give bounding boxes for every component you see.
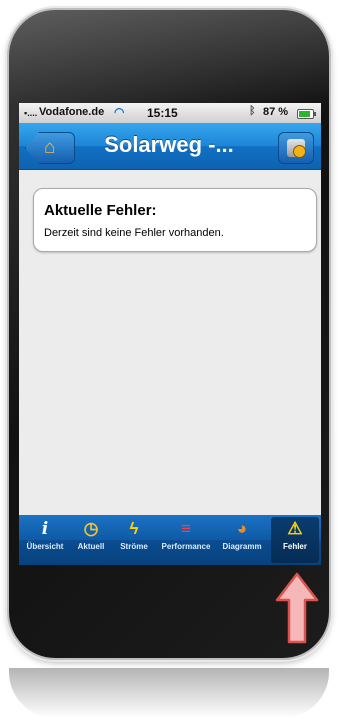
app-screen: ▪.... Vodafone.de ◠ 15:15 ᛒ 87 % ⌂ Solar… [19, 103, 321, 565]
up-arrow-icon [275, 572, 319, 644]
error-card: Aktuelle Fehler: Derzeit sind keine Fehl… [33, 188, 317, 252]
refresh-button[interactable] [278, 132, 314, 164]
tab-stroeme[interactable]: ϟ Ströme [113, 517, 155, 563]
warning-icon: ⚠ [287, 519, 303, 538]
bluetooth-icon: ᛒ [249, 105, 256, 117]
bars-icon: ≡ [181, 519, 191, 538]
tab-diagramm[interactable]: ◕ Diagramm [217, 517, 267, 563]
phone-reflection [9, 668, 329, 718]
battery-icon [297, 109, 316, 119]
wifi-icon: ◠ [114, 105, 125, 119]
battery-percent: 87 % [263, 106, 289, 118]
lightning-icon: ϟ [129, 519, 139, 538]
status-bar: ▪.... Vodafone.de ◠ 15:15 ᛒ 87 % [19, 103, 321, 123]
error-card-title: Aktuelle Fehler: [44, 202, 157, 219]
tab-performance[interactable]: ≡ Performance [157, 517, 215, 563]
pie-chart-icon: ◕ [236, 519, 248, 538]
home-icon: ⌂ [44, 137, 56, 158]
refresh-icon [287, 139, 306, 158]
clock-icon: ◷ [83, 519, 99, 538]
home-button[interactable]: ⌂ [25, 132, 75, 164]
tab-uebersicht[interactable]: i Übersicht [21, 517, 69, 563]
carrier-name: Vodafone.de [39, 106, 105, 118]
tab-label: Übersicht [26, 542, 64, 551]
status-time: 15:15 [147, 106, 178, 120]
phone-gloss [9, 10, 329, 105]
tab-fehler[interactable]: ⚠ Fehler [271, 517, 319, 563]
tab-label: Fehler [282, 542, 307, 551]
error-card-message: Derzeit sind keine Fehler vorhanden. [44, 227, 224, 239]
tab-label: Aktuell [77, 542, 105, 551]
info-icon: i [41, 519, 49, 539]
signal-strength: ▪.... [24, 108, 38, 118]
page-title: Solarweg -... [104, 132, 234, 157]
tab-aktuell[interactable]: ◷ Aktuell [71, 517, 111, 563]
tab-label: Performance [161, 542, 211, 551]
tab-label: Diagramm [222, 542, 262, 551]
tab-bar: i Übersicht ◷ Aktuell ϟ Ströme ≡ Perform… [19, 515, 321, 565]
navigation-bar: ⌂ Solarweg -... [19, 123, 321, 170]
tab-label: Ströme [120, 542, 148, 551]
